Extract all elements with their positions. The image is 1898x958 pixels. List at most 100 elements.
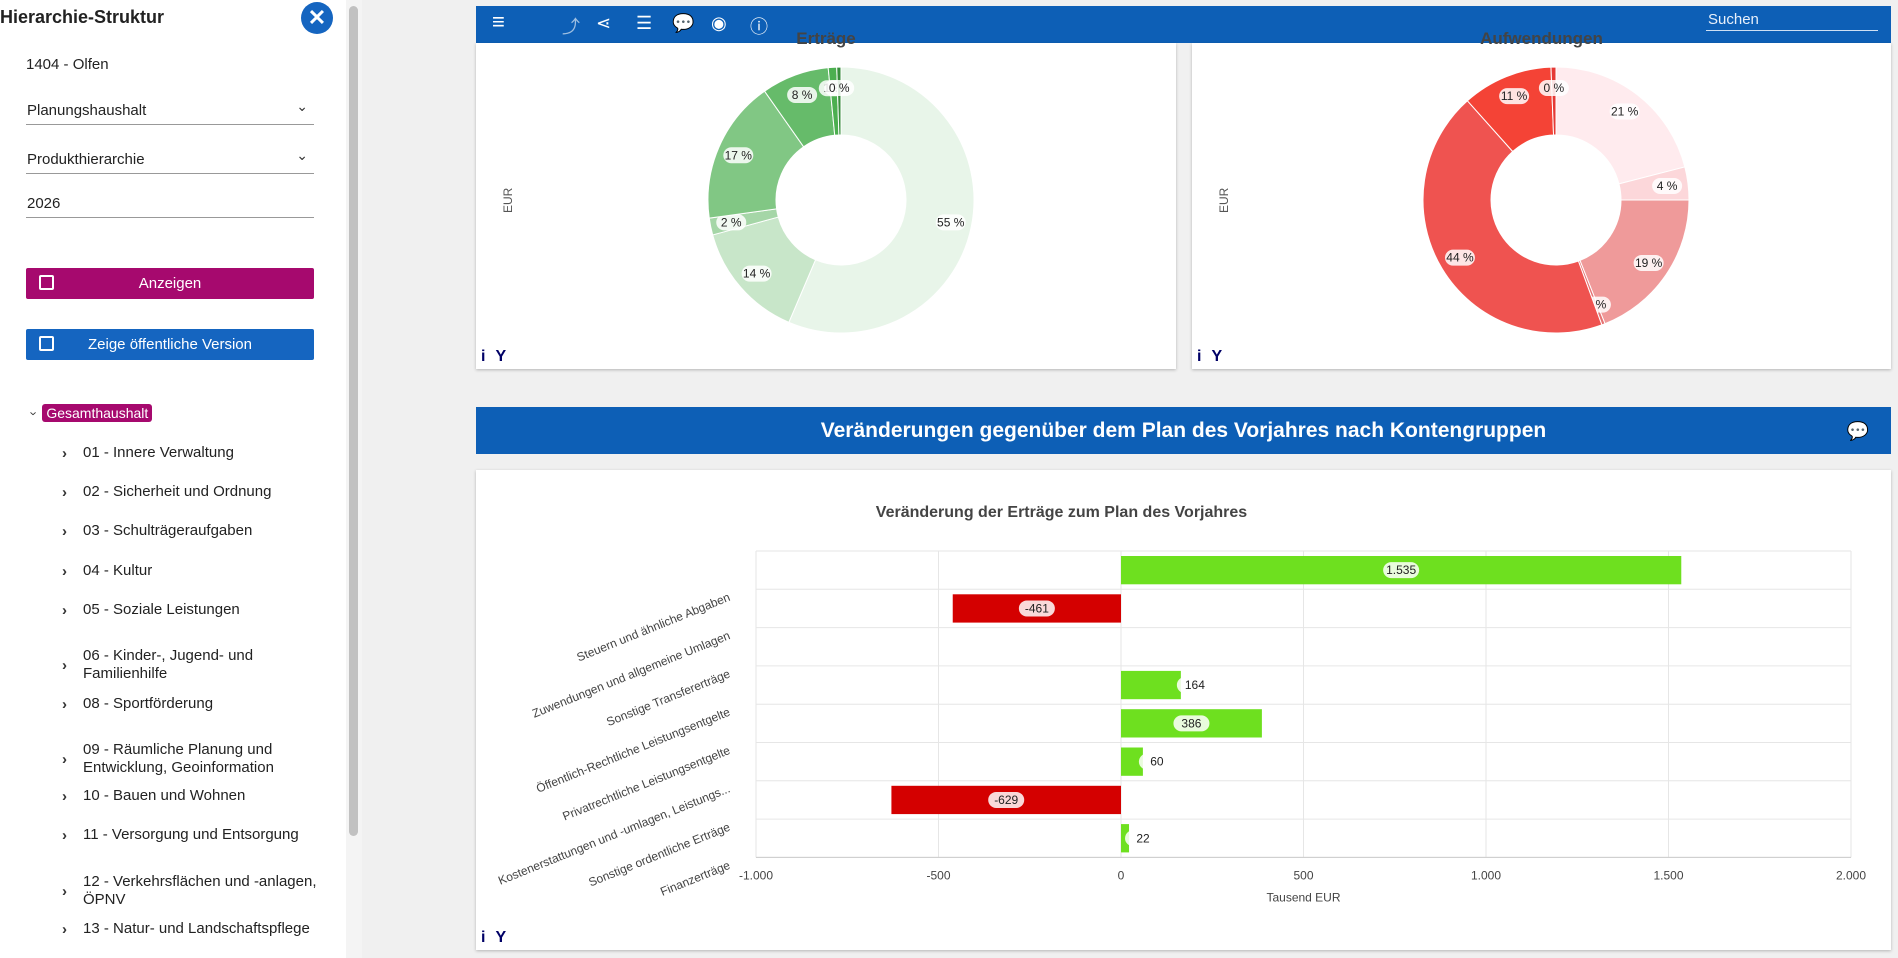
- x-tick-label: 500: [1293, 868, 1313, 882]
- year-value: 2026: [27, 195, 61, 212]
- info-icon[interactable]: i: [481, 348, 485, 366]
- branch-icon[interactable]: Y: [495, 929, 506, 947]
- slice-label: 11 %: [1501, 89, 1528, 103]
- tree-item-label: 10 - Bauen und Wohnen: [83, 787, 246, 804]
- hierarchy-select[interactable]: Produkthierarchie ⌄: [26, 145, 314, 174]
- chevron-right-icon: ›: [62, 562, 67, 580]
- slice-label: 0 %: [1544, 81, 1565, 95]
- chevron-right-icon: ›: [62, 787, 67, 805]
- slice-label-group: 44 %: [1444, 249, 1475, 266]
- bar-value-label: 386: [1181, 716, 1201, 730]
- y-category-label: Privatrechtliche Leistungsentgelte: [561, 743, 733, 823]
- pie-slice[interactable]: [1555, 66, 1686, 185]
- chevron-right-icon: ›: [62, 882, 67, 900]
- bar-value-label: 60: [1150, 755, 1164, 769]
- hierarchy-sidebar: Hierarchie-Struktur ✕ 1404 - Olfen Planu…: [0, 0, 346, 958]
- branch-icon[interactable]: Y: [1211, 348, 1222, 366]
- slice-label-group: 4 %: [1652, 177, 1683, 194]
- bar-value-label: 22: [1136, 831, 1150, 845]
- chevron-right-icon: ›: [62, 522, 67, 540]
- municipality-label: 1404 - Olfen: [26, 56, 109, 73]
- tree-root-label: Gesamthaushalt: [42, 404, 153, 422]
- tree-item-label: 12 - Verkehrsflächen und -anlagen, ÖPNV: [83, 873, 317, 908]
- bar-value-label: 1.535: [1386, 563, 1416, 577]
- slice-label: 44 %: [1446, 251, 1474, 265]
- tree-item-label: 02 - Sicherheit und Ordnung: [83, 483, 272, 500]
- tree-item[interactable]: › 05 - Soziale Leistungen: [62, 601, 332, 619]
- chevron-right-icon: ›: [62, 750, 67, 768]
- x-tick-label: 0: [1118, 868, 1125, 882]
- sidebar-title: Hierarchie-Struktur: [0, 7, 165, 27]
- chevron-down-icon: ⌄: [296, 98, 308, 114]
- info-icon[interactable]: i: [1197, 348, 1201, 366]
- tree-item[interactable]: › 09 - Räumliche Planung und Entwicklung,…: [62, 741, 332, 777]
- budget-select[interactable]: Planungshaushalt ⌄: [26, 96, 314, 125]
- tree-item[interactable]: › 08 - Sportförderung: [62, 695, 332, 713]
- tree-item-label: 04 - Kultur: [83, 562, 153, 579]
- info-icon[interactable]: i: [481, 929, 485, 947]
- hierarchy-select-value: Produkthierarchie: [27, 151, 145, 168]
- slice-label-group: 11 %: [1499, 88, 1530, 105]
- panel-tools: i Y: [481, 348, 506, 366]
- public-version-button[interactable]: Zeige öffentliche Version: [26, 329, 314, 360]
- public-version-label: Zeige öffentliche Version: [88, 336, 252, 353]
- show-button-label: Anzeigen: [138, 275, 202, 292]
- tree-item[interactable]: › 03 - Schulträgeraufgaben: [62, 522, 332, 540]
- sidebar-scrollbar[interactable]: [349, 6, 358, 836]
- slice-label: 19 %: [1635, 256, 1663, 270]
- chevron-down-icon: ⌄: [296, 147, 308, 163]
- chevron-right-icon: ›: [62, 826, 67, 844]
- search-input[interactable]: [1706, 8, 1882, 30]
- bar-value-label: -461: [1025, 601, 1049, 615]
- tree-root[interactable]: › Gesamthaushalt: [27, 404, 153, 422]
- year-input[interactable]: 2026: [26, 191, 314, 218]
- slice-label-group: 0 %: [824, 80, 855, 97]
- slice-label: 14 %: [743, 267, 771, 281]
- tree-item[interactable]: › 01 - Innere Verwaltung: [62, 444, 332, 462]
- slice-label-group: 14 %: [741, 265, 772, 282]
- tree-item[interactable]: › 10 - Bauen und Wohnen: [62, 787, 332, 805]
- slice-label: 55 %: [937, 215, 965, 229]
- bar-value-label: 164: [1185, 678, 1205, 692]
- tree-item[interactable]: › 02 - Sicherheit und Ordnung: [62, 483, 332, 501]
- tree-item[interactable]: › 12 - Verkehrsflächen und -anlagen, ÖPNV: [62, 873, 332, 909]
- slice-label: 21 %: [1611, 105, 1639, 119]
- bar-value-label: -629: [994, 793, 1018, 807]
- change-bar-panel: Veränderung der Erträge zum Plan des Vor…: [476, 470, 1891, 950]
- y-category-label: Finanzerträge: [658, 858, 732, 899]
- panel-tools: i Y: [1197, 348, 1222, 366]
- tree-item[interactable]: › 13 - Natur- und Landschaftspflege: [62, 920, 332, 938]
- panel-tools: i Y: [481, 929, 506, 947]
- tree-item-label: 03 - Schulträgeraufgaben: [83, 522, 253, 539]
- change-bar-chart: -1.000 -500 0 500 1.000 1.500 2.000 Tausend EUR…: [496, 550, 1866, 904]
- slice-label: 8 %: [792, 88, 813, 102]
- checkbox-checked-icon: [39, 275, 54, 290]
- tree-item-label: 09 - Räumliche Planung und Entwicklung, …: [83, 741, 274, 776]
- tree-item[interactable]: › 04 - Kultur: [62, 562, 332, 580]
- chevron-right-icon: ›: [62, 483, 67, 501]
- slice-label: 0 %: [829, 81, 850, 95]
- ertraege-donut-chart: 55 %14 %2 %17 %8 %1 %0 %: [707, 66, 975, 334]
- slice-label-group: 8 %: [787, 86, 818, 103]
- slice-label-group: 17 %: [723, 147, 754, 164]
- comments-icon[interactable]: 💬: [1847, 421, 1869, 442]
- show-button[interactable]: Anzeigen: [26, 268, 314, 299]
- x-tick-label: -500: [926, 868, 950, 882]
- y-category-label: Steuern und ähnliche Abgaben: [575, 590, 732, 664]
- tree-item-label: 05 - Soziale Leistungen: [83, 601, 240, 618]
- bar[interactable]: [1121, 670, 1181, 700]
- slice-label-group: 0 %: [1538, 80, 1569, 97]
- slice-label: 4 %: [1657, 179, 1678, 193]
- close-icon[interactable]: ✕: [301, 2, 333, 34]
- slice-label-group: 21 %: [1609, 103, 1640, 120]
- search-field[interactable]: [1706, 8, 1882, 31]
- branch-icon[interactable]: Y: [495, 348, 506, 366]
- chevron-right-icon: ›: [62, 920, 67, 938]
- slice-label: 2 %: [721, 215, 742, 229]
- tree-item-label: 13 - Natur- und Landschaftspflege: [83, 920, 310, 937]
- tree-item-label: 06 - Kinder-, Jugend- und Familienhilfe: [83, 647, 254, 682]
- x-tick-label: -1.000: [739, 868, 773, 882]
- tree-item[interactable]: › 06 - Kinder-, Jugend- und Familienhilfe: [62, 647, 332, 683]
- tree-item[interactable]: › 11 - Versorgung und Entsorgung: [62, 826, 332, 844]
- tree-item-label: 11 - Versorgung und Entsorgung: [83, 826, 299, 843]
